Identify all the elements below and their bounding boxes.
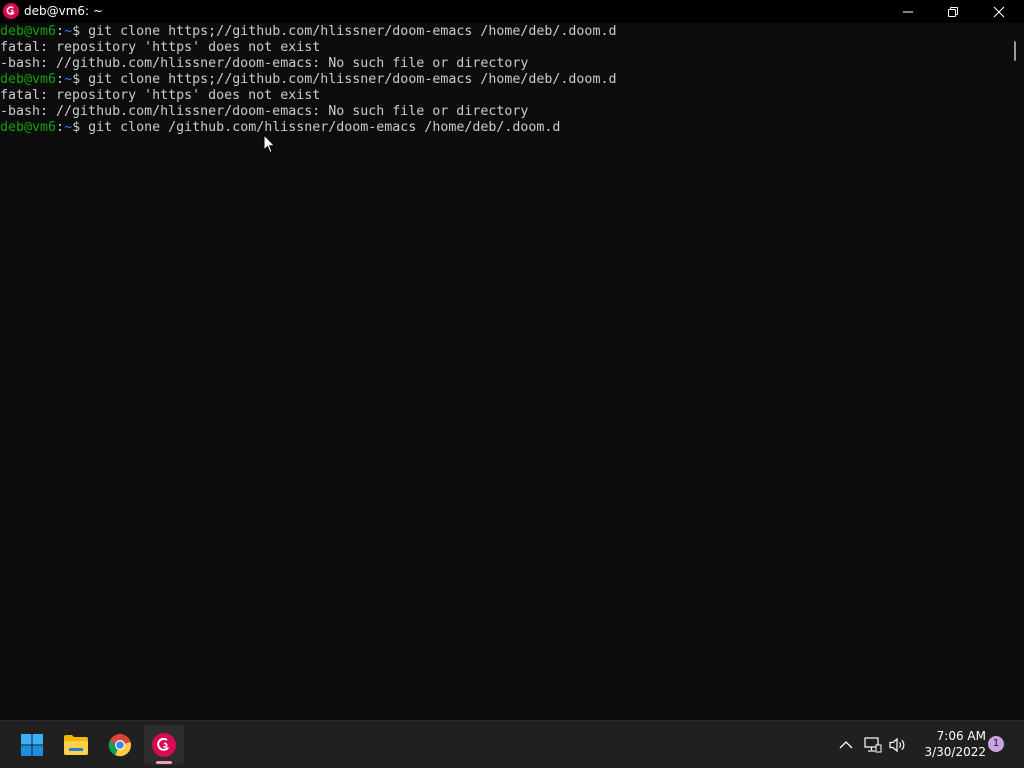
- prompt-dollar: $: [72, 24, 81, 39]
- terminal-line: fatal: repository 'https' does not exist: [0, 88, 321, 103]
- clock-date: 3/30/2022: [924, 745, 986, 759]
- prompt-colon: :: [56, 72, 65, 87]
- prompt-path: ~: [64, 24, 73, 39]
- scrollbar-thumb[interactable]: [1014, 41, 1016, 61]
- terminal-line: -bash: //github.com/hlissner/doom-emacs:…: [0, 56, 529, 71]
- terminal-output[interactable]: deb@vm6:~$ git clone https;//github.com/…: [0, 23, 1005, 720]
- chevron-up-icon: [839, 741, 853, 749]
- chrome-icon: [108, 734, 131, 757]
- close-button[interactable]: [976, 0, 1022, 23]
- window-title: deb@vm6: ~: [24, 4, 103, 18]
- terminal-line: deb@vm6:~$ git clone https;//github.com/…: [0, 24, 616, 40]
- prompt-user: deb@vm6: [0, 24, 57, 39]
- prompt-path: ~: [64, 120, 73, 135]
- start-button[interactable]: [12, 725, 52, 765]
- mouse-pointer-icon: [263, 134, 275, 154]
- prompt-dollar: $: [72, 72, 81, 87]
- prompt-dollar: $: [72, 120, 81, 135]
- terminal-line: deb@vm6:~$ git clone https;//github.com/…: [0, 72, 616, 88]
- terminal-line: fatal: repository 'https' does not exist: [0, 40, 321, 55]
- volume-button[interactable]: [888, 735, 908, 755]
- prompt-user: deb@vm6: [0, 72, 57, 87]
- prompt-path: ~: [64, 72, 73, 87]
- restore-button[interactable]: [930, 0, 976, 23]
- command-text: git clone https;//github.com/hlissner/do…: [80, 24, 617, 39]
- network-button[interactable]: [863, 735, 883, 755]
- command-text: git clone /github.com/hlissner/doom-emac…: [80, 120, 561, 135]
- debian-terminal-icon: [152, 733, 176, 757]
- active-indicator: [156, 761, 172, 764]
- clock-time: 7:06 AM: [936, 729, 986, 743]
- show-hidden-icons-button[interactable]: [836, 735, 856, 755]
- clock-button[interactable]: 7:06 AM 3/30/2022: [910, 728, 986, 760]
- prompt-colon: :: [56, 120, 65, 135]
- file-explorer-icon: [64, 735, 88, 755]
- command-text: git clone https;//github.com/hlissner/do…: [80, 72, 617, 87]
- close-icon: [993, 6, 1005, 17]
- volume-icon: [889, 737, 905, 753]
- debian-terminal-button[interactable]: [144, 725, 184, 765]
- network-icon: [864, 737, 882, 753]
- taskbar: 7:06 AM 3/30/2022: [0, 720, 1024, 768]
- file-explorer-button[interactable]: [56, 725, 96, 765]
- terminal-line: deb@vm6:~$ git clone /github.com/hlissne…: [0, 120, 560, 136]
- debian-swirl-icon: [3, 3, 19, 19]
- scrollbar[interactable]: [1005, 23, 1024, 720]
- prompt-user: deb@vm6: [0, 120, 57, 135]
- windows-start-icon: [21, 734, 43, 756]
- title-bar[interactable]: deb@vm6: ~: [0, 0, 1024, 23]
- prompt-colon: :: [56, 24, 65, 39]
- restore-icon: [948, 6, 958, 17]
- notification-badge[interactable]: 1: [988, 736, 1004, 752]
- chrome-button[interactable]: [100, 725, 140, 765]
- terminal-line: -bash: //github.com/hlissner/doom-emacs:…: [0, 104, 529, 119]
- minimize-icon: [903, 11, 913, 12]
- minimize-button[interactable]: [885, 0, 931, 23]
